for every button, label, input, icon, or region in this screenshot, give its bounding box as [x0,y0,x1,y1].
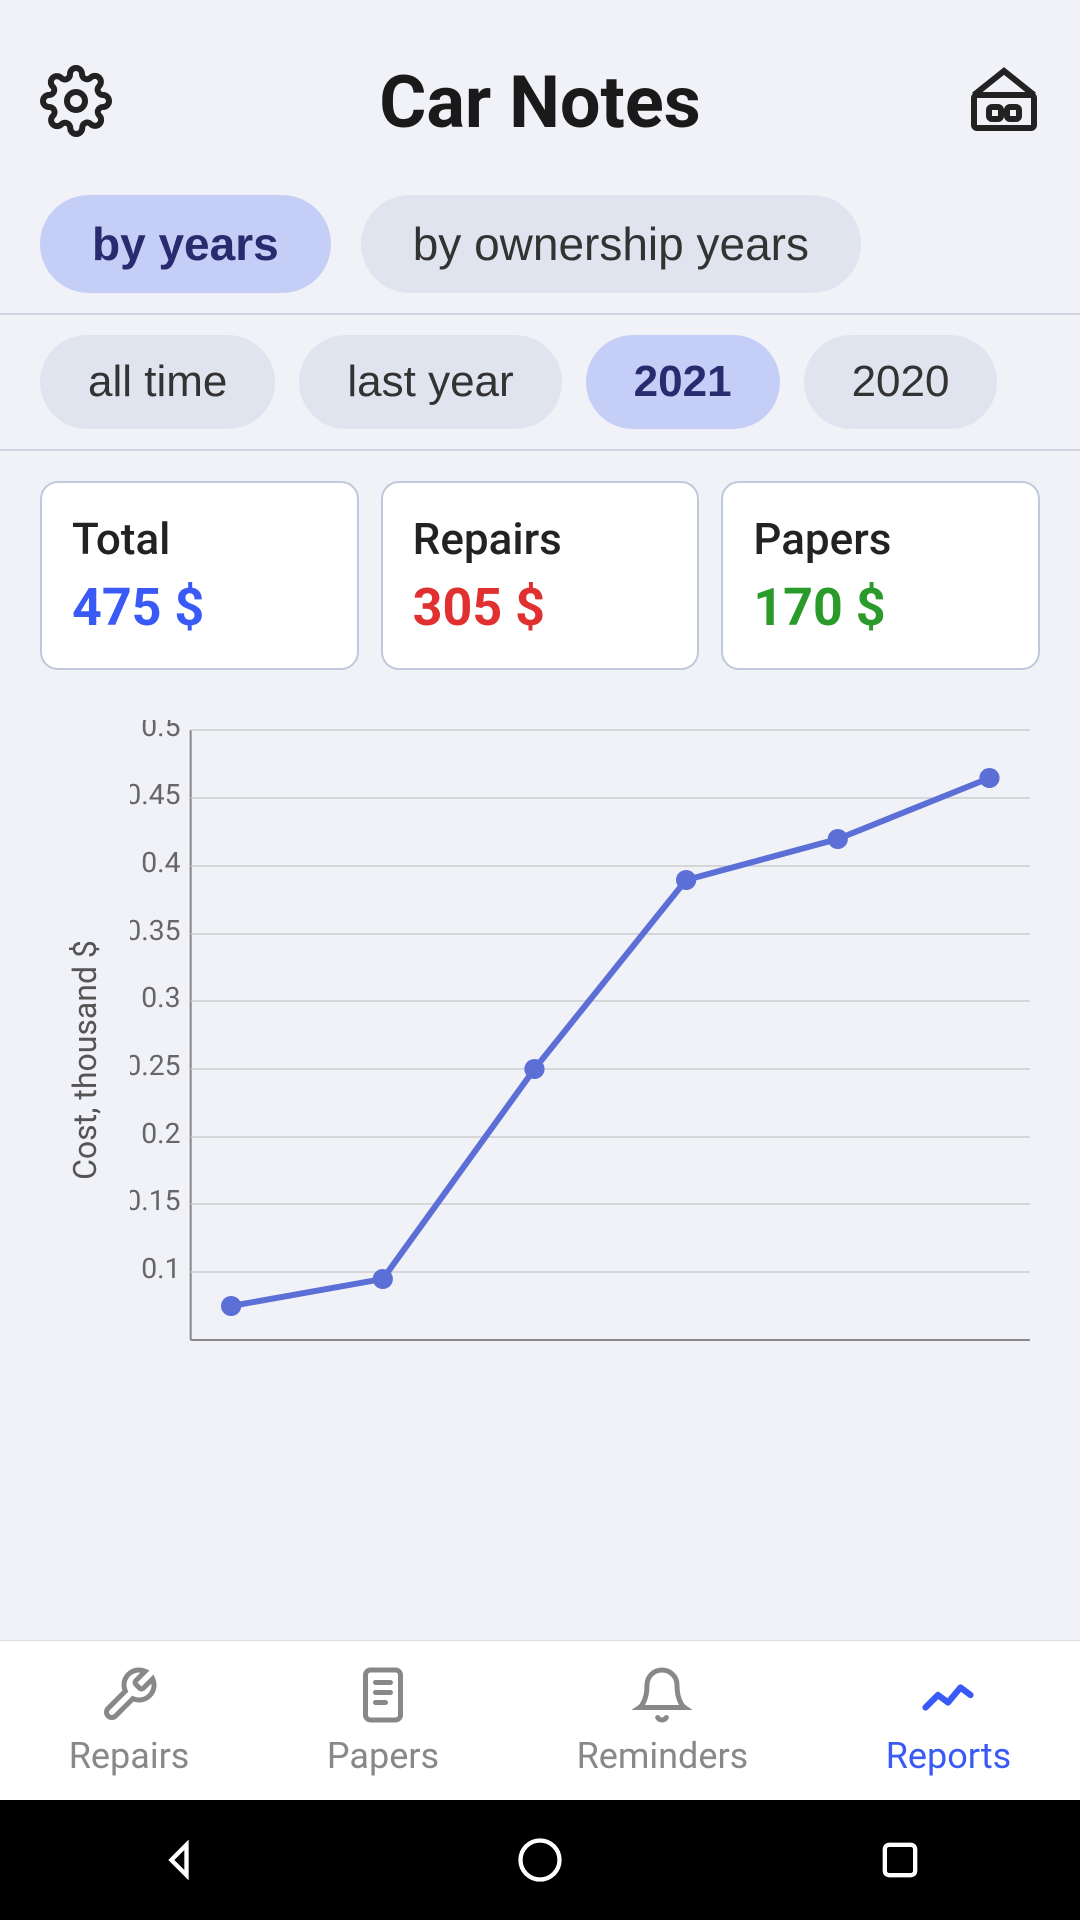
nav-repairs[interactable]: Repairs [69,1665,190,1777]
filter-2020[interactable]: 2020 [804,335,998,429]
repairs-label: Repairs [413,513,668,565]
back-button[interactable] [154,1834,206,1886]
stats-row: Total 475 $ Repairs 305 $ Papers 170 $ [0,451,1080,680]
svg-text:0.2: 0.2 [141,1117,180,1150]
svg-text:0.3: 0.3 [141,981,180,1014]
papers-label: Papers [753,513,1008,565]
header: Car Notes [0,0,1080,175]
stat-card-total: Total 475 $ [40,481,359,670]
filter-all-time[interactable]: all time [40,335,275,429]
chart-svg: 0.5 0.45 0.4 0.35 0.3 0.25 0.2 0.15 0.1 [130,720,1040,1400]
nav-reports-label: Reports [886,1735,1011,1777]
filter-by-years[interactable]: by years [40,195,331,293]
svg-text:0.1: 0.1 [141,1252,180,1285]
svg-text:0.45: 0.45 [130,778,181,811]
svg-text:0.25: 0.25 [130,1049,181,1082]
stat-card-papers: Papers 170 $ [721,481,1040,670]
chart-area: 0.5 0.45 0.4 0.35 0.3 0.25 0.2 0.15 0.1 [130,720,1040,1400]
total-value: 475 $ [72,577,327,638]
filter-2021[interactable]: 2021 [586,335,780,429]
svg-text:0.4: 0.4 [141,846,180,879]
filter-by-ownership-years[interactable]: by ownership years [361,195,861,293]
stat-card-repairs: Repairs 305 $ [381,481,700,670]
gear-icon[interactable] [40,65,112,141]
android-nav-bar [0,1800,1080,1920]
bottom-nav: Repairs Papers Reminders Reports [0,1640,1080,1800]
car-garage-icon[interactable] [968,65,1040,141]
nav-reminders[interactable]: Reminders [577,1665,749,1777]
recents-button[interactable] [874,1834,926,1886]
nav-repairs-label: Repairs [69,1735,190,1777]
nav-reminders-label: Reminders [577,1735,749,1777]
filter-last-year[interactable]: last year [299,335,561,429]
nav-papers[interactable]: Papers [327,1665,439,1777]
repairs-value: 305 $ [413,577,668,638]
svg-text:0.35: 0.35 [130,914,181,947]
svg-text:0.15: 0.15 [130,1184,181,1217]
page-title: Car Notes [379,60,701,145]
chart-container: Cost, thousand $ 0.5 0.45 [40,720,1040,1400]
filter-row-1: by years by ownership years [0,175,1080,313]
nav-reports[interactable]: Reports [886,1665,1011,1777]
filter-row-2: all time last year 2021 2020 [0,315,1080,449]
home-button[interactable] [514,1834,566,1886]
svg-text:0.5: 0.5 [141,720,180,743]
chart-y-axis-label: Cost, thousand $ [66,940,104,1180]
nav-papers-label: Papers [327,1735,439,1777]
papers-value: 170 $ [753,577,1008,638]
total-label: Total [72,513,327,565]
